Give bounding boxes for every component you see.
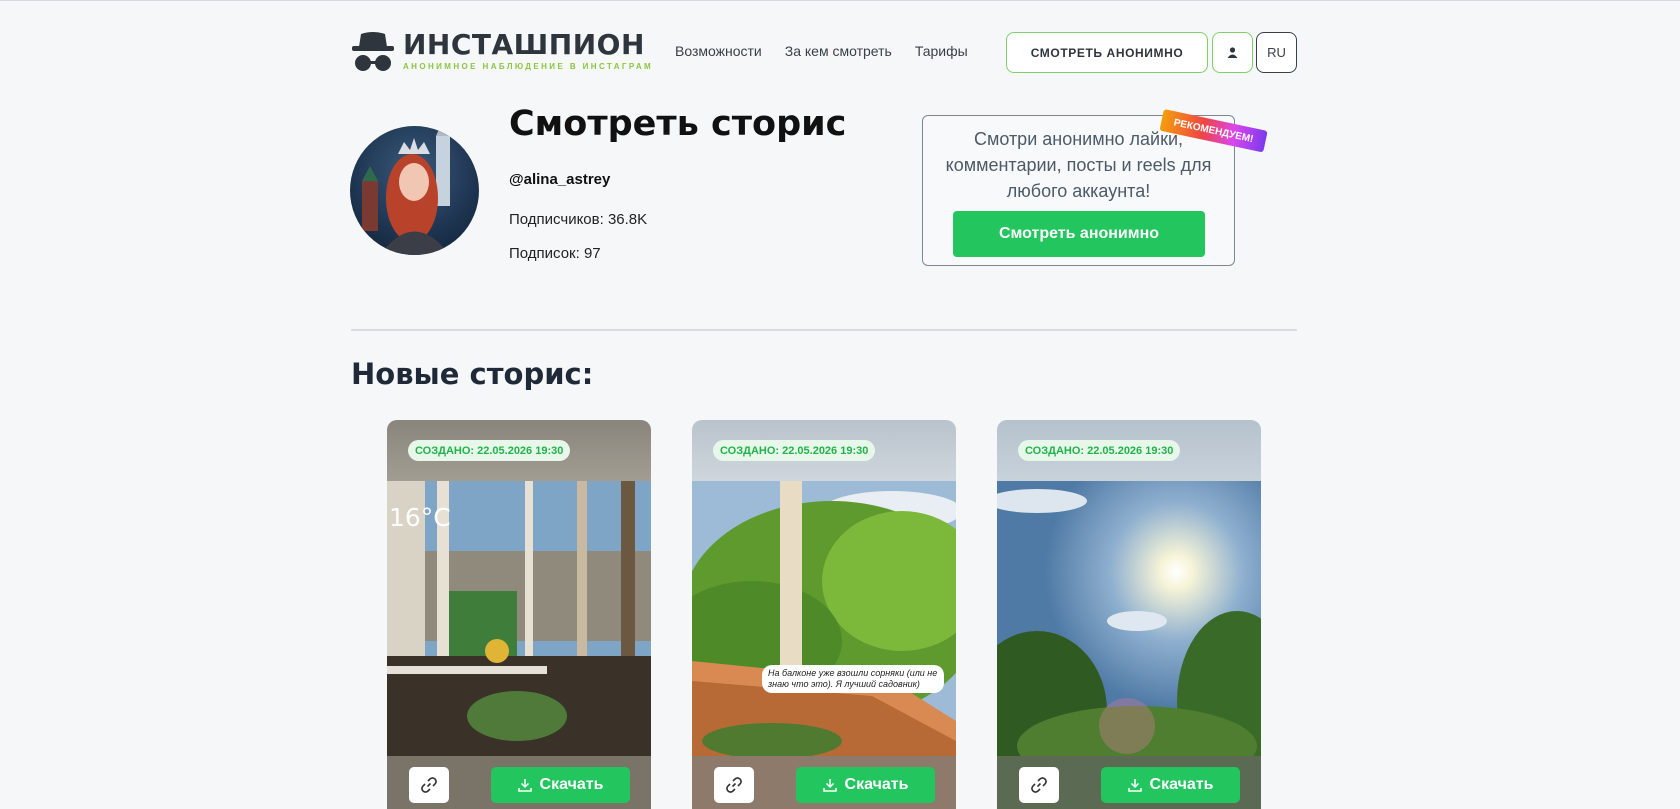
account-button[interactable]: [1212, 32, 1253, 73]
followers-count: Подписчиков: 36.8K: [509, 211, 648, 228]
copy-link-button[interactable]: [1019, 767, 1059, 803]
temperature-overlay: 16°C: [389, 503, 451, 532]
link-icon: [421, 777, 437, 793]
page-title: Смотреть сторис: [509, 104, 847, 144]
watch-anonymously-button[interactable]: СМОТРЕТЬ АНОНИМНО: [1006, 32, 1208, 73]
stories-section-title: Новые сторис:: [351, 357, 594, 391]
avatar: [350, 126, 479, 255]
story-card: 16°C СОЗДАНО: 22.05.2026 19:30 Скачать: [387, 420, 651, 809]
story-image: [997, 481, 1261, 791]
download-label: Скачать: [844, 776, 909, 793]
story-image: [692, 481, 956, 759]
story-card: СОЗДАНО: 22.05.2026 19:30 Скачать: [997, 420, 1261, 809]
story-caption: На балконе уже взошли сорняки (или не зн…: [762, 665, 944, 693]
following-count: Подписок: 97: [509, 245, 601, 262]
download-button[interactable]: Скачать: [796, 767, 935, 803]
story-date-badge: СОЗДАНО: 22.05.2026 19:30: [713, 440, 876, 461]
story-date-badge: СОЗДАНО: 22.05.2026 19:30: [1018, 440, 1181, 461]
download-icon: [1127, 779, 1142, 792]
download-icon: [822, 779, 837, 792]
story-card: На балконе уже взошли сорняки (или не зн…: [692, 420, 956, 809]
download-button[interactable]: Скачать: [491, 767, 630, 803]
promo-watch-button[interactable]: Смотреть анонимно: [953, 211, 1205, 257]
main-nav: Возможности За кем смотреть Тарифы: [675, 43, 968, 59]
language-button[interactable]: RU: [1256, 32, 1297, 73]
download-label: Скачать: [539, 776, 604, 793]
spy-logo-icon: [350, 30, 396, 74]
logo-subtitle: АНОНИМНОЕ НАБЛЮДЕНИЕ В ИНСТАГРАМ: [403, 62, 654, 71]
logo[interactable]: ИНСТАШПИОН АНОНИМНОЕ НАБЛЮДЕНИЕ В ИНСТАГ…: [350, 30, 653, 74]
divider: [351, 329, 1297, 331]
link-icon: [1031, 777, 1047, 793]
copy-link-button[interactable]: [409, 767, 449, 803]
logo-title: ИНСТАШПИОН: [403, 28, 645, 61]
download-button[interactable]: Скачать: [1101, 767, 1240, 803]
story-date-badge: СОЗДАНО: 22.05.2026 19:30: [408, 440, 571, 461]
download-label: Скачать: [1149, 776, 1214, 793]
user-icon: [1227, 47, 1238, 58]
link-icon: [726, 777, 742, 793]
promo-box: Смотри анонимно лайки, комментарии, пост…: [922, 115, 1235, 266]
copy-link-button[interactable]: [714, 767, 754, 803]
nav-features[interactable]: Возможности: [675, 43, 762, 59]
nav-who-to-watch[interactable]: За кем смотреть: [785, 43, 892, 59]
download-icon: [517, 779, 532, 792]
nav-pricing[interactable]: Тарифы: [915, 43, 968, 59]
username: @alina_astrey: [509, 171, 611, 188]
top-border: [0, 0, 1680, 1]
promo-text: Смотри анонимно лайки, комментарии, пост…: [945, 129, 1212, 201]
